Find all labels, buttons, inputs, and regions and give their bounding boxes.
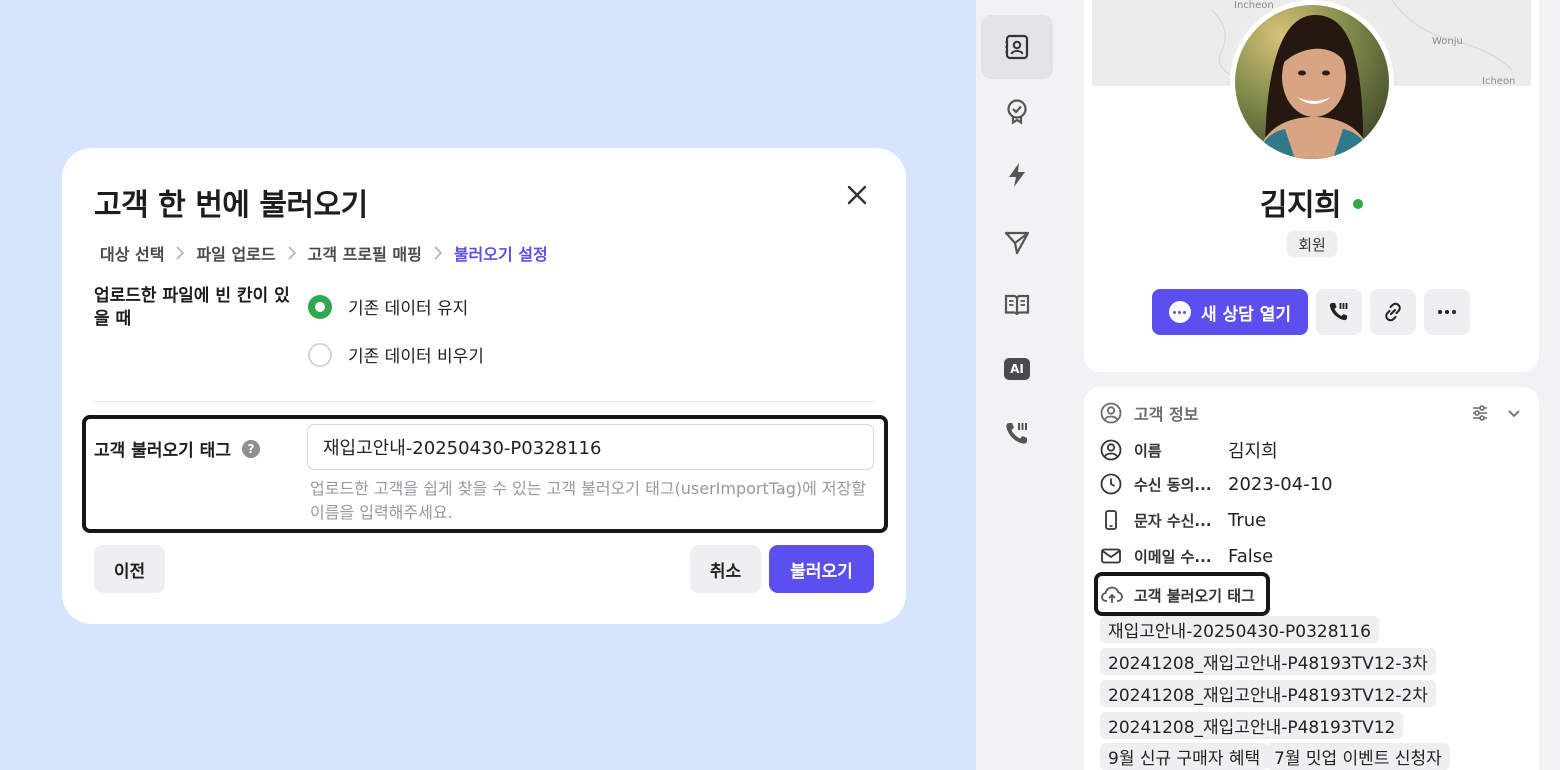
avatar [1230,0,1394,164]
breadcrumb-step: 대상 선택 [100,245,165,264]
import-tag-input[interactable] [307,424,874,470]
mobile-phone-icon [1105,510,1117,530]
keep-data-radio[interactable]: 기존 데이터 유지 [308,294,468,319]
more-horizontal-icon [1438,310,1456,314]
chevron-right-icon [287,246,297,260]
import-tag-help-text: 업로드한 고객을 쉽게 찾을 수 있는 고객 불러오기 태그(userImpor… [310,479,867,522]
divider [94,401,874,402]
user-circle-icon [1100,439,1122,461]
new-consultation-label: 새 상담 열기 [1200,304,1292,325]
ai-label: AI [1004,358,1030,380]
breadcrumb-step: 고객 프로필 매핑 [307,245,422,264]
empty-cell-option-label: 업로드한 파일에 빈 칸이 있을 때 [94,286,290,329]
cloud-upload-icon [1101,586,1123,603]
contact-card-icon[interactable] [981,15,1053,79]
badge-check-icon[interactable] [981,79,1053,143]
customer-name-text: 김지희 [1259,188,1342,223]
help-icon[interactable]: ? [241,439,260,458]
chevron-right-icon [175,246,185,260]
online-status-icon [1353,198,1364,209]
field-consent-date: 수신 동의... 2023-04-10 [1100,473,1333,495]
customer-name: 김지희 [1084,180,1539,224]
new-consultation-button[interactable]: 새 상담 열기 [1152,289,1308,335]
user-circle-icon [1100,402,1122,424]
call-button[interactable] [1316,289,1362,335]
close-icon[interactable] [842,180,872,210]
lightning-icon[interactable] [981,143,1053,207]
import-customers-modal: 고객 한 번에 불러오기 대상 선택 파일 업로드 고객 프로필 매핑 불러오기… [62,148,906,624]
field-sms-consent: 문자 수신... True [1100,509,1266,531]
member-badge: 회원 [1287,231,1337,257]
breadcrumb-step: 파일 업로드 [196,245,276,264]
modal-title: 고객 한 번에 불러오기 [94,188,368,223]
map-label: Icheon [1482,76,1516,86]
field-value: 김지희 [1228,441,1278,462]
field-value: False [1228,545,1274,567]
tag-chip[interactable]: 20241208_재입고안내-P48193TV12 [1100,712,1404,739]
tag-chip[interactable]: 9월 신규 구매자 혜택 [1100,743,1269,770]
field-value: True [1228,509,1267,531]
radio-unchecked-icon[interactable] [308,342,332,367]
book-icon[interactable] [981,273,1053,337]
profile-card: Incheon Wonju Icheon 김지희 회원 새 상담 열기 [1084,0,1539,372]
radio-checked-icon[interactable] [308,294,332,319]
field-import-tags: 고객 불러오기 태그 [1100,583,1255,607]
map-label: Incheon [1234,0,1274,11]
map-label: Wonju [1432,36,1463,47]
field-key: 문자 수신... [1134,511,1212,530]
tag-chip[interactable]: 7월 밋업 이벤트 신청자 [1266,743,1450,770]
customer-info-title: 고객 정보 [1134,405,1199,424]
more-options-button[interactable] [1424,289,1470,335]
field-value: 2023-04-10 [1228,473,1333,495]
phone-icon[interactable] [981,401,1053,465]
chevron-down-icon[interactable] [1504,403,1524,423]
phone-icon [1329,303,1348,321]
field-key: 이름 [1134,441,1162,460]
breadcrumb-step-current: 불러오기 설정 [453,245,548,264]
import-tag-label-text: 고객 불러오기 태그 [94,441,231,461]
field-key: 고객 불러오기 태그 [1134,586,1255,605]
import-button[interactable]: 불러오기 [769,545,874,593]
field-email-consent: 이메일 수... False [1100,545,1273,567]
import-tag-label: 고객 불러오기 태그 ? [94,436,260,461]
tag-chip[interactable]: 20241208_재입고안내-P48193TV12-2차 [1100,680,1436,707]
link-icon [1385,302,1401,322]
field-name: 이름 김지희 [1100,437,1278,463]
nav-rail: AI [976,0,1058,770]
chat-bubble-icon [1168,301,1191,323]
ai-icon[interactable]: AI [981,337,1053,401]
chevron-right-icon [433,246,443,260]
field-key: 이메일 수... [1134,547,1212,566]
clear-data-radio[interactable]: 기존 데이터 비우기 [308,342,484,367]
radio-label: 기존 데이터 유지 [348,299,469,319]
prev-button[interactable]: 이전 [94,545,165,593]
header-tools [1470,403,1524,423]
field-key: 수신 동의... [1134,475,1212,494]
clock-icon [1100,473,1122,495]
settings-sliders-icon[interactable] [1470,403,1490,423]
breadcrumb: 대상 선택 파일 업로드 고객 프로필 매핑 불러오기 설정 [100,241,548,265]
send-icon[interactable] [981,210,1053,274]
customer-info-header[interactable]: 고객 정보 [1100,401,1198,425]
cancel-button[interactable]: 취소 [690,545,761,593]
radio-label: 기존 데이터 비우기 [348,347,484,367]
customer-info-card: 고객 정보 이름 김지희 수신 동의... 2023-04-10 문자 수신..… [1084,387,1539,770]
mail-icon [1101,548,1121,564]
tag-chip[interactable]: 20241208_재입고안내-P48193TV12-3차 [1100,648,1436,675]
copy-link-button[interactable] [1370,289,1416,335]
tag-chip[interactable]: 재입고안내-20250430-P0328116 [1100,616,1379,643]
